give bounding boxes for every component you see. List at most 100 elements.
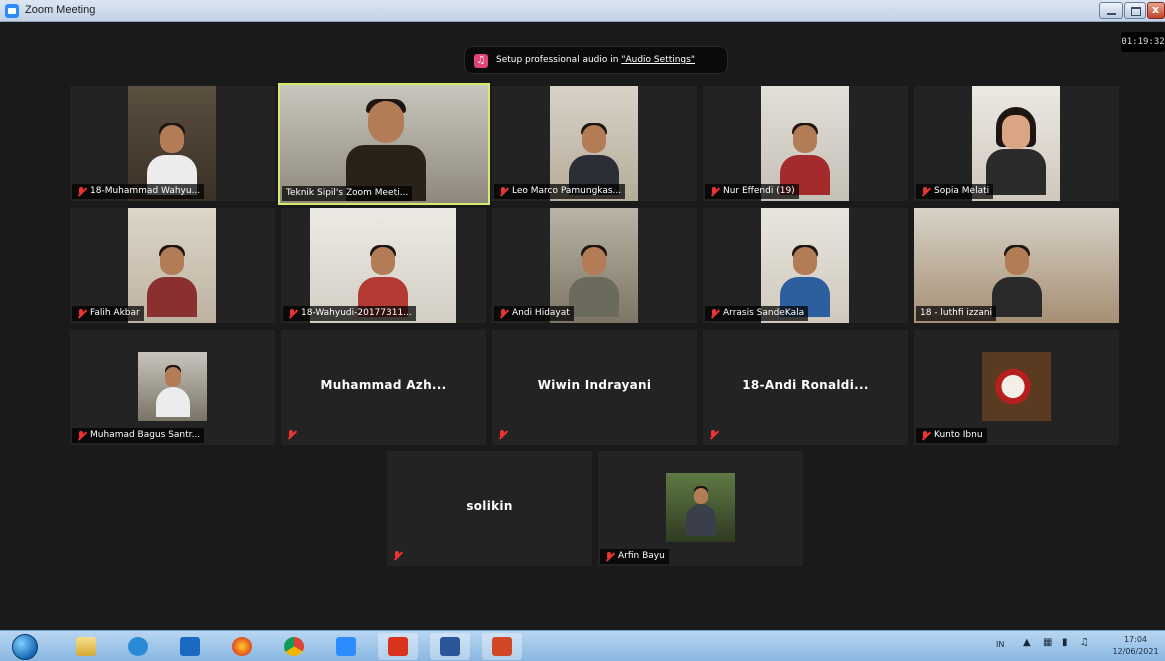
- participant-nametag: 18-Muhammad Wahyu...: [72, 184, 205, 199]
- participant-tile[interactable]: Leo Marco Pamungkas...: [492, 86, 697, 201]
- participant-nametag: 18-Wahyudi-20177311...: [283, 306, 416, 321]
- participant-tile-active-speaker[interactable]: Teknik Sipil's Zoom Meeti...: [278, 83, 490, 205]
- participant-nametag: Arfin Bayu: [600, 549, 669, 564]
- participant-figure: [147, 245, 197, 317]
- acrobat-taskbar-button[interactable]: [378, 633, 418, 660]
- signal-icon[interactable]: ▮: [1062, 637, 1068, 648]
- clock-time: 17:04: [1123, 635, 1148, 644]
- participant-name: Falih Akbar: [90, 308, 140, 318]
- participant-tile[interactable]: Andi Hidayat: [492, 208, 697, 323]
- participant-name: Andi Hidayat: [512, 308, 570, 318]
- participant-name: Muhamad Bagus Santr...: [90, 430, 201, 440]
- maximize-button[interactable]: [1124, 2, 1146, 19]
- participant-tile[interactable]: Arrasis SandeKala: [703, 208, 908, 323]
- participant-nametag: Arrasis SandeKala: [705, 306, 809, 321]
- participant-name: Arrasis SandeKala: [723, 308, 805, 318]
- music-note-icon: ♫: [474, 54, 488, 68]
- participant-tile[interactable]: solikin: [387, 451, 592, 566]
- mic-muted-icon: [710, 309, 719, 319]
- mic-muted-icon: [499, 187, 508, 197]
- mic-muted-icon: [709, 430, 718, 440]
- word-icon: [440, 637, 460, 656]
- participant-nametag: Kunto Ibnu: [916, 428, 987, 443]
- participant-tile[interactable]: 18 - luthfi izzani: [914, 208, 1119, 323]
- participant-name-display: Wiwin Indrayani: [537, 378, 652, 392]
- participant-nametag: Andi Hidayat: [494, 306, 574, 321]
- participant-tile[interactable]: Wiwin Indrayani: [492, 330, 697, 445]
- internet-explorer-icon: [128, 637, 148, 656]
- taskbar-clock[interactable]: 17:04 12/06/2021: [1108, 634, 1163, 658]
- participant-name: 18-Muhammad Wahyu...: [90, 186, 201, 196]
- outlook-taskbar-button[interactable]: [170, 633, 210, 660]
- minimize-button[interactable]: [1099, 2, 1123, 19]
- language-indicator[interactable]: IN: [996, 640, 1004, 649]
- banner-text: Setup professional audio in "Audio Setti…: [496, 55, 695, 65]
- mic-muted-icon: [77, 187, 86, 197]
- participant-name: Teknik Sipil's Zoom Meeti...: [286, 188, 409, 198]
- zoom-icon: [336, 637, 356, 656]
- mic-muted-icon: [77, 431, 86, 441]
- zoom-taskbar-button[interactable]: [326, 633, 366, 660]
- participant-tile[interactable]: Muhammad Azh...: [281, 330, 486, 445]
- participant-nametag: Nur Effendi (19): [705, 184, 799, 199]
- participant-figure: [986, 107, 1046, 195]
- mic-muted-icon: [499, 309, 508, 319]
- participant-name: 18-Wahyudi-20177311...: [301, 308, 412, 318]
- profile-picture: [666, 473, 735, 542]
- firefox-icon: [232, 637, 252, 656]
- participant-tile[interactable]: Nur Effendi (19): [703, 86, 908, 201]
- participant-tile[interactable]: 18-Muhammad Wahyu...: [70, 86, 275, 201]
- participant-tile[interactable]: 18-Wahyudi-20177311...: [281, 208, 486, 323]
- firefox-taskbar-button[interactable]: [222, 633, 262, 660]
- participant-nametag: Teknik Sipil's Zoom Meeti...: [282, 186, 413, 201]
- window-title: Zoom Meeting: [25, 4, 96, 16]
- audio-settings-banner: ♫ Setup professional audio in "Audio Set…: [464, 46, 728, 74]
- participant-tile[interactable]: 18-Andi Ronaldi...: [703, 330, 908, 445]
- network-icon[interactable]: ▦: [1043, 637, 1052, 648]
- participant-name: Kunto Ibnu: [934, 430, 983, 440]
- chrome-taskbar-button[interactable]: [274, 633, 314, 660]
- participant-name: Leo Marco Pamungkas...: [512, 186, 622, 196]
- participant-nametag: 18 - luthfi izzani: [916, 306, 997, 321]
- word-taskbar-button[interactable]: [430, 633, 470, 660]
- mic-muted-icon: [921, 187, 930, 197]
- participant-tile[interactable]: Arfin Bayu: [598, 451, 803, 566]
- participant-figure: [991, 245, 1042, 317]
- start-orb-icon[interactable]: [12, 634, 38, 660]
- mic-muted-icon: [393, 551, 402, 561]
- participant-name: 18 - luthfi izzani: [920, 308, 993, 318]
- meeting-timer: 01:19:32: [1121, 32, 1165, 52]
- show-hidden-icons-icon[interactable]: ▲: [1023, 637, 1031, 648]
- mic-muted-icon: [287, 430, 296, 440]
- close-button[interactable]: [1147, 2, 1165, 19]
- participant-tile[interactable]: Kunto Ibnu: [914, 330, 1119, 445]
- participant-tile[interactable]: Falih Akbar: [70, 208, 275, 323]
- participant-figure: [569, 245, 619, 317]
- clock-date: 12/06/2021: [1112, 647, 1159, 656]
- acrobat-icon: [388, 637, 408, 656]
- participant-tile[interactable]: Muhamad Bagus Santr...: [70, 330, 275, 445]
- zoom-app-icon: [5, 4, 19, 18]
- mic-muted-icon: [921, 431, 930, 441]
- participant-nametag: Sopia Melati: [916, 184, 994, 199]
- participant-nametag: Leo Marco Pamungkas...: [494, 184, 626, 199]
- powerpoint-icon: [492, 637, 512, 656]
- mic-muted-icon: [77, 309, 86, 319]
- internet-explorer-taskbar-button[interactable]: [118, 633, 158, 660]
- banner-message: Setup professional audio in: [496, 55, 622, 65]
- participant-tile[interactable]: Sopia Melati: [914, 86, 1119, 201]
- mic-muted-icon: [710, 187, 719, 197]
- audio-settings-link[interactable]: "Audio Settings": [621, 55, 695, 65]
- chrome-icon: [284, 637, 304, 656]
- participant-name-display: Muhammad Azh...: [320, 378, 447, 392]
- windows-taskbar: IN ▲ ▦ ▮ ♫ 17:04 12/06/2021: [0, 630, 1165, 661]
- powerpoint-taskbar-button[interactable]: [482, 633, 522, 660]
- participant-nametag: Falih Akbar: [72, 306, 144, 321]
- participant-name: Sopia Melati: [934, 186, 990, 196]
- participant-figure: [155, 365, 190, 417]
- outlook-icon: [180, 637, 200, 656]
- volume-icon[interactable]: ♫: [1080, 637, 1089, 648]
- mic-muted-icon: [605, 552, 614, 562]
- explorer-taskbar-button[interactable]: [66, 633, 106, 660]
- folder-icon: [76, 637, 96, 656]
